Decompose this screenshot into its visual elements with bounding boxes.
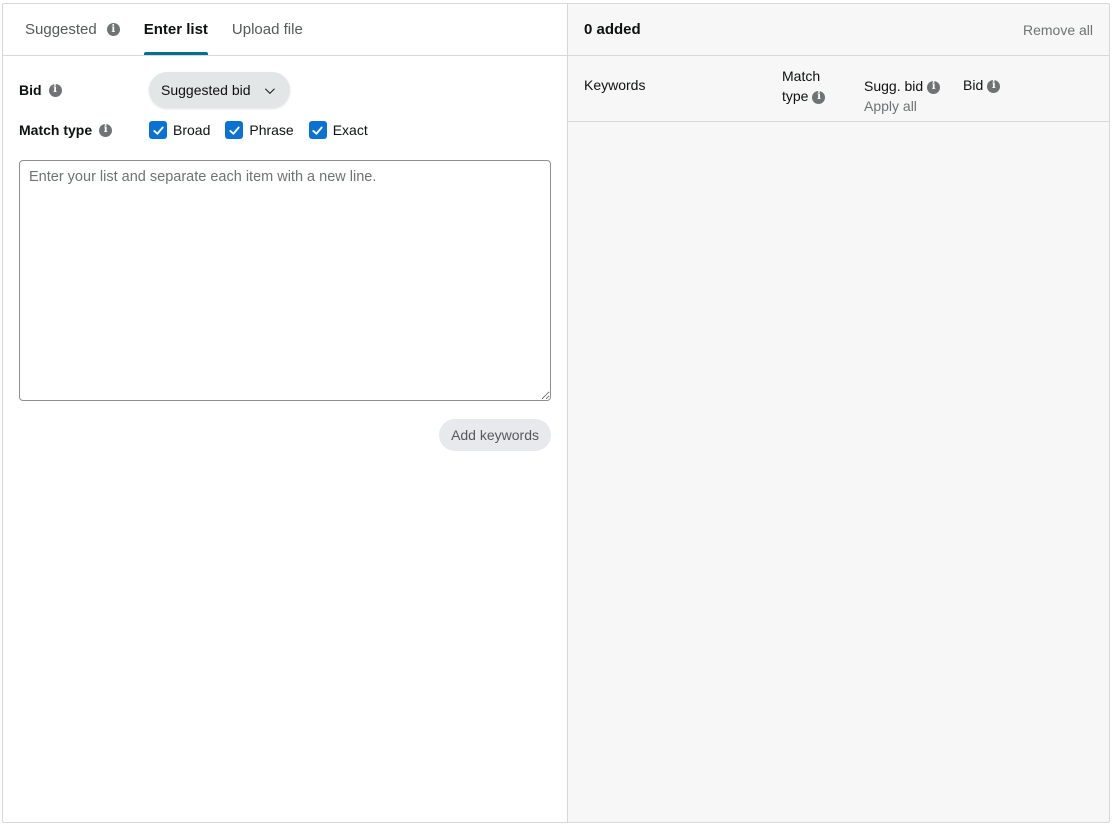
chevron-down-icon [264,83,275,94]
enter-list-form: Bid i Suggested bid Match type i Broad P… [3,72,567,451]
tab-enter-list[interactable]: Enter list [143,4,209,55]
keyword-list-textarea[interactable] [19,160,551,401]
added-table-header: Keywords Match type i Sugg. bid i Apply al… [568,56,1109,122]
add-keywords-button[interactable]: Add keywords [439,419,551,451]
keyword-targeting-panel: Suggested i Enter list Upload file Bid i… [2,3,1110,823]
tab-suggested[interactable]: Suggested i [25,4,120,55]
column-keywords: Keywords [584,77,646,93]
checkbox-broad-label: Broad [173,122,211,138]
info-icon[interactable]: i [99,123,113,137]
info-icon[interactable]: i [987,79,1001,93]
tab-upload-file-label: Upload file [231,21,303,38]
added-keywords-panel: 0 added Remove all Keywords Match type i … [568,4,1109,822]
column-match-type-line2: type [782,88,809,104]
info-icon[interactable]: i [48,83,62,97]
keyword-list-wrapper [19,160,551,404]
added-count: 0 added [584,21,641,38]
info-icon[interactable]: i [106,23,120,36]
apply-all-link[interactable]: Apply all [864,96,940,116]
checkbox-phrase[interactable]: Phrase [225,121,294,139]
tab-bar: Suggested i Enter list Upload file [3,4,567,56]
tab-enter-list-label: Enter list [143,21,208,38]
tab-upload-file[interactable]: Upload file [232,4,303,55]
match-type-row: Match type i Broad Phrase Exact [19,118,551,142]
remove-all-link[interactable]: Remove all [1023,22,1093,38]
bid-type-dropdown[interactable]: Suggested bid [149,72,290,108]
checkbox-exact-label: Exact [332,122,368,138]
info-icon[interactable]: i [927,80,941,94]
checkbox-exact[interactable]: Exact [308,121,368,139]
column-sugg-bid: Sugg. bid i Apply all [864,76,941,116]
match-type-checkboxes: Broad Phrase Exact [149,121,383,139]
add-keywords-row: Add keywords [19,419,551,451]
checkmark-icon[interactable] [149,121,167,139]
bid-row: Bid i Suggested bid [19,72,551,108]
checkbox-phrase-label: Phrase [249,122,294,138]
bid-label-text: Bid [19,82,42,98]
column-match-type-line1: Match [782,68,821,84]
column-sugg-bid-label: Sugg. bid [864,78,924,94]
info-icon[interactable]: i [812,90,826,104]
match-type-label: Match type i [19,122,149,138]
column-bid-label: Bid [963,77,984,93]
bid-label: Bid i [19,82,149,98]
column-match-type: Match type i [782,66,826,106]
checkmark-icon[interactable] [225,121,244,139]
match-type-label-text: Match type [19,122,93,138]
tab-suggested-label: Suggested [25,21,97,38]
checkmark-icon[interactable] [308,121,327,139]
keyword-input-panel: Suggested i Enter list Upload file Bid i… [3,4,568,822]
column-bid: Bid i [963,77,1001,93]
added-header: 0 added Remove all [568,4,1109,56]
bid-type-value: Suggested bid [161,82,251,98]
checkbox-broad[interactable]: Broad [149,121,210,139]
